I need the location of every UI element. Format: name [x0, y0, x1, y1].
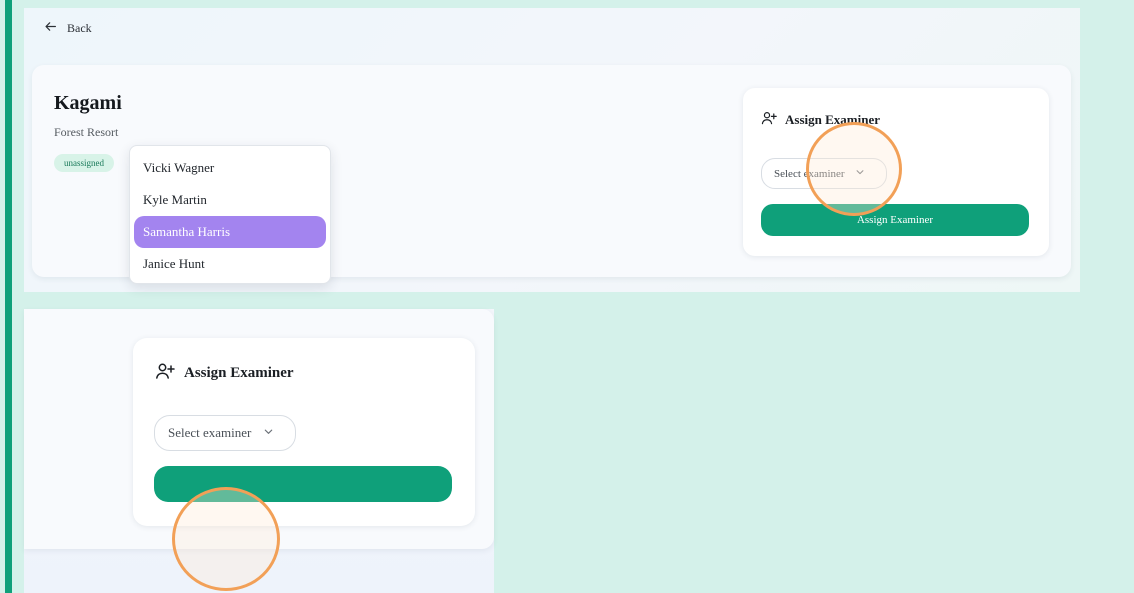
examiner-select[interactable]: Select examiner: [761, 158, 887, 189]
property-subtitle: Forest Resort: [54, 125, 119, 139]
assign-examiner-title: Assign Examiner: [785, 112, 880, 127]
chevron-down-icon: [855, 167, 865, 180]
arrow-left-icon: [44, 20, 57, 37]
back-label: Back: [67, 21, 92, 35]
examiner-select-placeholder: Select examiner: [774, 167, 845, 180]
assign-examiner-button[interactable]: Assign Examiner: [761, 204, 1029, 236]
zoomed-assign-examiner-card: Assign Examiner Select examiner: [133, 338, 475, 526]
dropdown-option-samantha-harris[interactable]: Samantha Harris: [134, 216, 326, 248]
status-badge: unassigned: [54, 154, 114, 172]
dropdown-option-vicki-wagner[interactable]: Vicki Wagner: [134, 152, 326, 184]
assign-examiner-card: Assign Examiner Select examiner Assign E…: [743, 88, 1049, 256]
back-link[interactable]: Back: [44, 20, 92, 37]
page-title: Kagami: [54, 92, 122, 114]
left-accent-bar: [5, 0, 12, 593]
user-plus-icon: [761, 110, 777, 130]
zoomed-examiner-select[interactable]: Select examiner: [154, 415, 296, 451]
zoomed-card-background: Assign Examiner Select examiner: [24, 309, 494, 549]
dropdown-option-janice-hunt[interactable]: Janice Hunt: [134, 248, 326, 280]
zoomed-examiner-select-placeholder: Select examiner: [168, 425, 252, 440]
chevron-down-icon: [263, 425, 274, 441]
assign-examiner-header: Assign Examiner: [761, 110, 880, 130]
bottom-screenshot-panel: Assign Examiner Select examiner: [24, 309, 494, 593]
zoomed-assign-examiner-header: Assign Examiner: [155, 361, 294, 386]
dropdown-option-kyle-martin[interactable]: Kyle Martin: [134, 184, 326, 216]
zoomed-assign-examiner-button[interactable]: [154, 466, 452, 502]
zoomed-assign-examiner-title: Assign Examiner: [184, 365, 294, 381]
examiner-dropdown-menu: Vicki Wagner Kyle Martin Samantha Harris…: [129, 145, 331, 284]
user-plus-icon: [155, 361, 175, 386]
